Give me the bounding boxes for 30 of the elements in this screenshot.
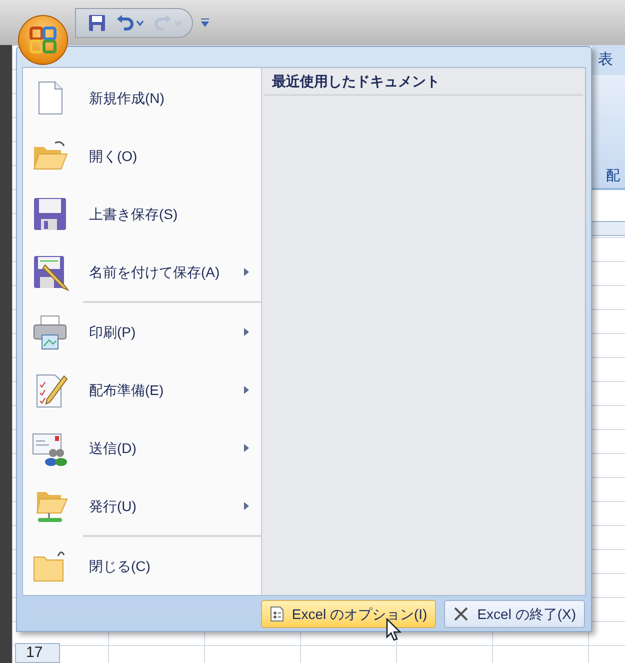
- menu-item[interactable]: 名前を付けて保存(A): [23, 243, 261, 301]
- submenu-arrow-icon: [244, 268, 249, 276]
- customize-toolbar-icon[interactable]: [201, 18, 209, 27]
- submenu-arrow-icon: [244, 444, 249, 452]
- ribbon-tab[interactable]: 表: [592, 45, 625, 75]
- office-logo-icon: [29, 26, 57, 54]
- recent-documents-title: 最近使用したドキュメント: [264, 68, 583, 96]
- printer-icon: [31, 313, 69, 351]
- menu-item[interactable]: 配布準備(E): [23, 361, 261, 419]
- submenu-arrow-icon: [244, 386, 249, 394]
- menu-item[interactable]: 新規作成(N): [23, 69, 261, 127]
- menu-item[interactable]: 発行(U): [23, 477, 261, 535]
- menu-item[interactable]: 上書き保存(S): [23, 185, 261, 243]
- caret-icon[interactable]: [136, 20, 144, 26]
- menu-item[interactable]: 印刷(P): [23, 303, 261, 361]
- menu-item[interactable]: 送信(D): [23, 419, 261, 477]
- floppy-pencil-icon: [31, 253, 69, 291]
- menu-item[interactable]: 開く(O): [23, 127, 261, 185]
- options-button[interactable]: Excel のオプション(I): [260, 600, 436, 628]
- save-icon[interactable]: [88, 14, 106, 32]
- submenu-arrow-icon: [244, 328, 249, 336]
- submenu-arrow-icon: [244, 502, 249, 510]
- row-header: 17: [15, 643, 60, 663]
- undo-icon[interactable]: [116, 14, 134, 30]
- document-settings-icon: [270, 606, 284, 622]
- column-header: [592, 222, 625, 236]
- exit-button[interactable]: Excel の終了(X): [444, 600, 585, 628]
- menu-item[interactable]: 閉じる(C): [23, 537, 261, 595]
- close-icon: [453, 606, 470, 622]
- ribbon-group-label: 配: [605, 166, 621, 185]
